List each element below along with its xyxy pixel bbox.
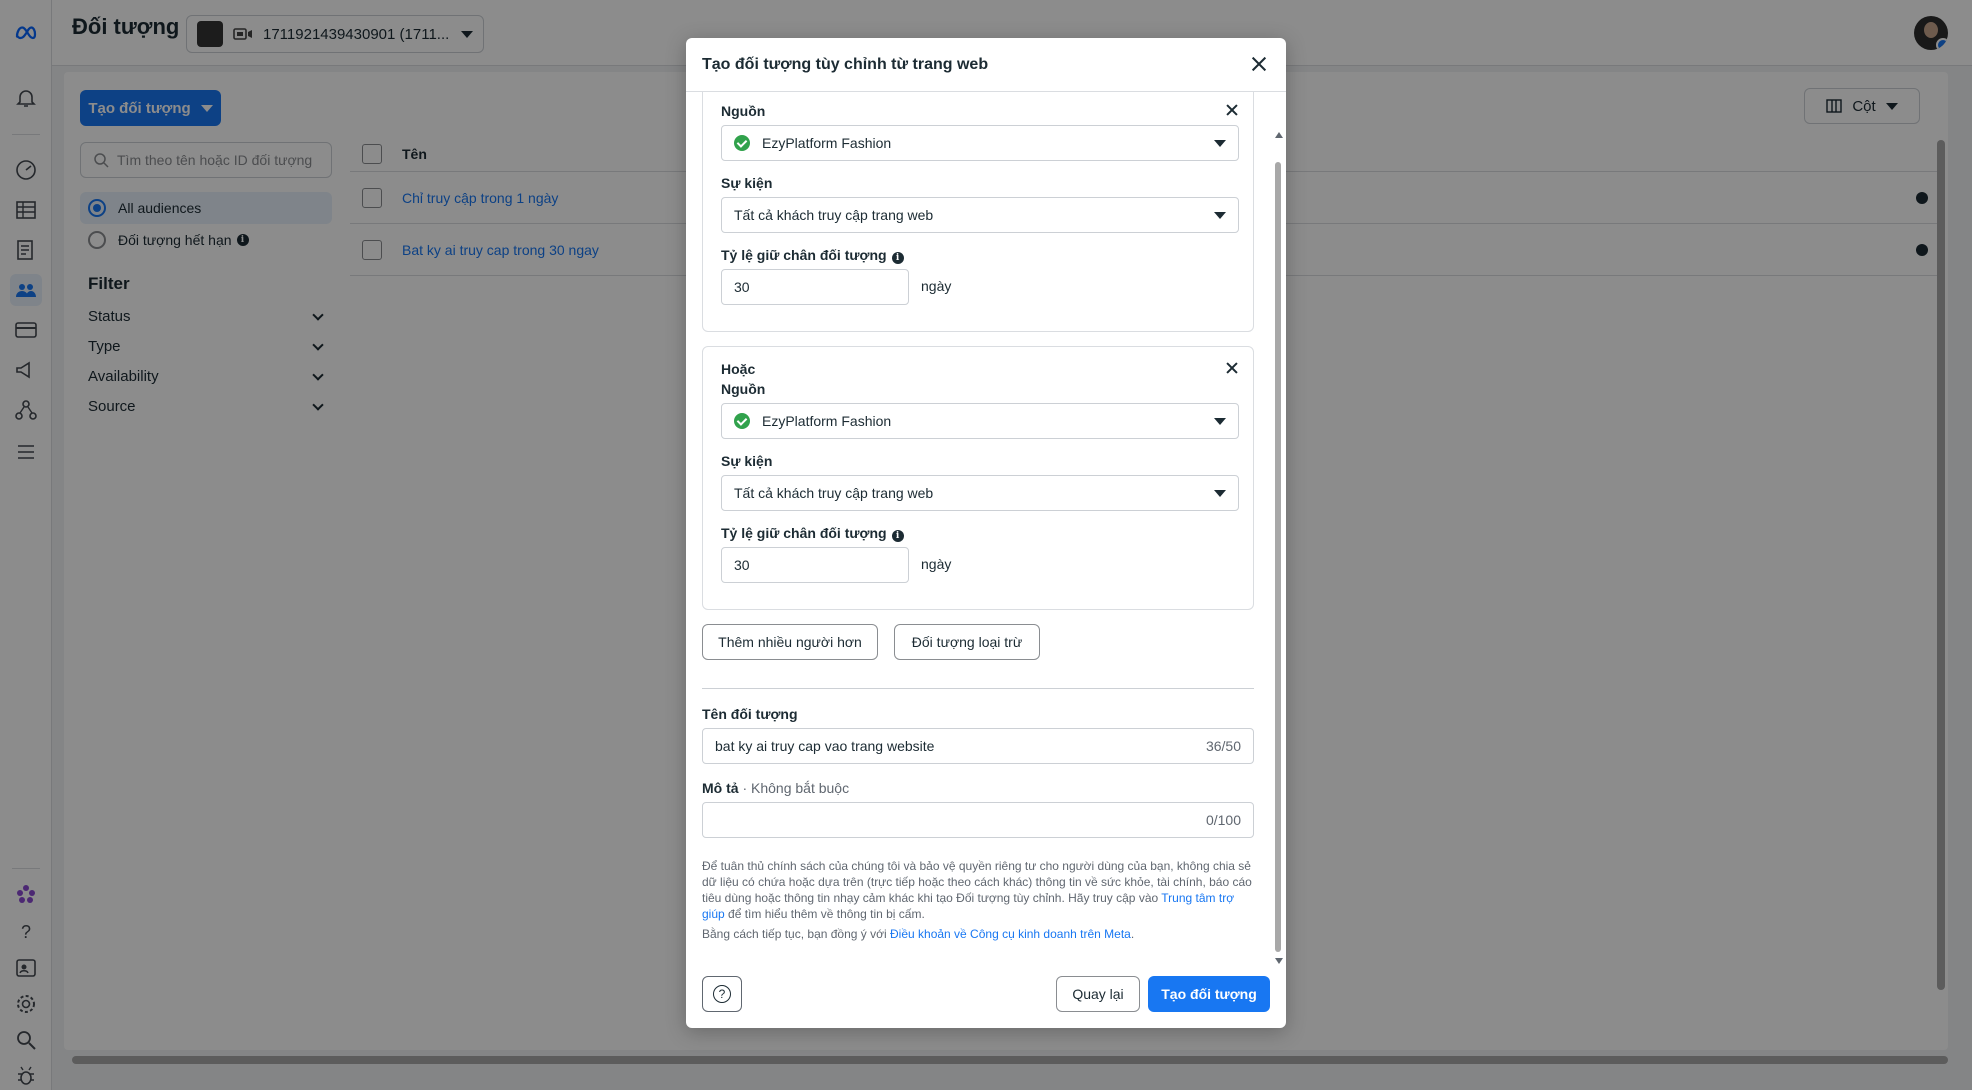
description-label: Mô tả · Không bắt buộc (702, 780, 849, 796)
dialog-header: Tạo đối tượng tùy chỉnh từ trang web (686, 38, 1286, 92)
back-button[interactable]: Quay lại (1056, 976, 1140, 1012)
source-label: Nguồn (721, 381, 766, 397)
retention-label-text: Tỷ lệ giữ chân đối tượng (721, 525, 887, 541)
char-counter: 0/100 (1205, 812, 1241, 828)
create-audience-submit-button[interactable]: Tạo đối tượng (1148, 976, 1270, 1012)
retention-value: 30 (734, 557, 750, 573)
retention-unit: ngày (921, 556, 952, 572)
business-tools-terms-link[interactable]: Điều khoản về Công cụ kinh doanh trên Me… (890, 927, 1131, 941)
audience-name-label: Tên đối tượng (702, 706, 798, 722)
create-custom-audience-dialog: Tạo đối tượng tùy chỉnh từ trang web Ngu… (686, 38, 1286, 1028)
event-dropdown[interactable]: Tất cả khách truy cập trang web (721, 475, 1239, 511)
retention-label: Tỷ lệ giữ chân đối tượng i (721, 525, 904, 542)
chevron-down-icon (1214, 489, 1226, 497)
dialog-scrollbar[interactable] (1272, 92, 1286, 998)
question-circle-icon: ? (713, 985, 731, 1003)
terms-end: . (1130, 927, 1135, 941)
policy-notice: Để tuân thủ chính sách của chúng tôi và … (702, 858, 1254, 922)
retention-label: Tỷ lệ giữ chân đối tượng i (721, 247, 904, 264)
audience-name-value: bat ky ai truy cap vao trang website (715, 738, 935, 754)
info-icon[interactable]: i (891, 530, 904, 542)
dialog-title: Tạo đối tượng tùy chỉnh từ trang web (702, 55, 989, 73)
event-dropdown[interactable]: Tất cả khách truy cập trang web (721, 197, 1239, 233)
dialog-body: Nguồn EzyPlatform Fashion Sự kiện Tất cả… (686, 92, 1286, 998)
rule-card-1: Nguồn EzyPlatform Fashion Sự kiện Tất cả… (702, 92, 1254, 332)
event-label: Sự kiện (721, 453, 773, 469)
event-value: Tất cả khách truy cập trang web (734, 207, 934, 223)
retention-unit: ngày (921, 278, 952, 294)
audience-name-input[interactable]: bat ky ai truy cap vao trang website 36/… (702, 728, 1254, 764)
optional-hint: · Không bắt buộc (742, 780, 850, 796)
source-value: EzyPlatform Fashion (762, 413, 892, 429)
terms-text: Bằng cách tiếp tục, bạn đồng ý với (702, 927, 887, 941)
help-button[interactable]: ? (702, 976, 742, 1012)
exclude-audience-button[interactable]: Đối tượng loại trừ (894, 624, 1040, 660)
or-label: Hoặc (721, 361, 756, 377)
policy-tail: để tìm hiểu thêm về thông tin bị cấm. (728, 907, 925, 921)
retention-value: 30 (734, 279, 750, 295)
info-icon[interactable]: i (891, 252, 904, 264)
remove-rule-icon[interactable] (1225, 103, 1239, 117)
source-label: Nguồn (721, 103, 766, 119)
event-label: Sự kiện (721, 175, 773, 191)
check-circle-icon (734, 413, 750, 429)
chevron-down-icon (1214, 211, 1226, 219)
source-dropdown[interactable]: EzyPlatform Fashion (721, 125, 1239, 161)
source-dropdown[interactable]: EzyPlatform Fashion (721, 403, 1239, 439)
divider (702, 688, 1254, 689)
scroll-down-arrow-icon[interactable] (1275, 958, 1283, 964)
char-counter: 36/50 (1205, 738, 1241, 754)
terms-notice: Bằng cách tiếp tục, bạn đồng ý với Điều … (702, 926, 1254, 942)
retention-label-text: Tỷ lệ giữ chân đối tượng (721, 247, 887, 263)
chevron-down-icon (1214, 139, 1226, 147)
scroll-up-arrow-icon[interactable] (1275, 132, 1283, 138)
chevron-down-icon (1214, 417, 1226, 425)
description-input[interactable]: 0/100 (702, 802, 1254, 838)
remove-rule-icon[interactable] (1225, 361, 1239, 375)
scrollbar-thumb[interactable] (1275, 162, 1281, 952)
retention-days-input[interactable]: 30 (721, 547, 909, 583)
source-value: EzyPlatform Fashion (762, 135, 892, 151)
description-label-text: Mô tả (702, 780, 739, 796)
rule-card-2: Hoặc Nguồn EzyPlatform Fashion Sự kiện T… (702, 346, 1254, 610)
event-value: Tất cả khách truy cập trang web (734, 485, 934, 501)
retention-days-input[interactable]: 30 (721, 269, 909, 305)
close-icon[interactable] (1250, 55, 1268, 73)
check-circle-icon (734, 135, 750, 151)
include-more-people-button[interactable]: Thêm nhiều người hơn (702, 624, 878, 660)
